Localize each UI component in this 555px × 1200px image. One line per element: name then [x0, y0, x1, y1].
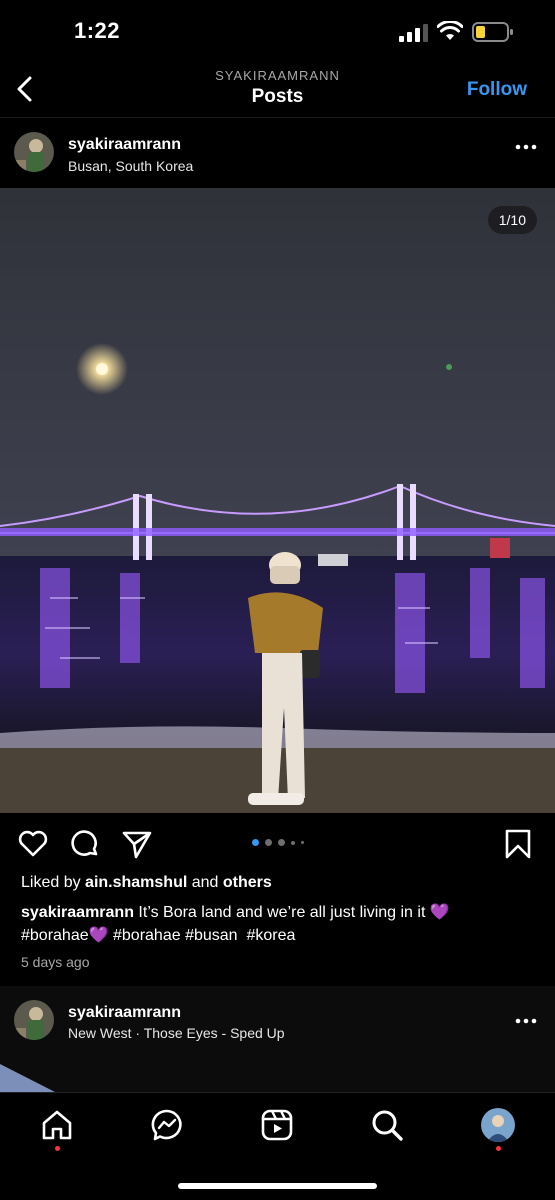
carousel-dot — [300, 841, 304, 844]
home-indicator — [178, 1183, 377, 1189]
post-photo[interactable]: 1/10 — [0, 188, 555, 813]
bookmark-icon[interactable] — [502, 828, 534, 860]
profile-avatar[interactable] — [481, 1108, 515, 1142]
liked-others-link[interactable]: others — [223, 874, 272, 891]
post-actions — [0, 822, 555, 868]
post-location[interactable]: Busan, South Korea — [68, 158, 193, 174]
purple-heart-icon: 💜 — [88, 927, 109, 944]
reels-icon[interactable] — [260, 1108, 294, 1142]
caption-hashtags[interactable]: #borahae #busan #korea — [113, 927, 295, 944]
nav-header: SYAKIRAAMRANN Posts Follow — [0, 62, 555, 118]
next-post-audio[interactable]: New West · Those Eyes - Sped Up — [68, 1025, 285, 1041]
next-post-username[interactable]: syakiraamrann — [68, 1004, 181, 1022]
caption-text: It’s Bora land and we’re all just living… — [138, 904, 426, 921]
carousel-dots — [0, 839, 555, 846]
post-image — [0, 188, 555, 813]
avatar[interactable] — [14, 132, 54, 172]
next-post-header: syakiraamrann New West · Those Eyes - Sp… — [0, 986, 555, 1092]
status-bar: 1:22 — [0, 0, 555, 62]
search-icon[interactable] — [370, 1108, 404, 1142]
home-icon[interactable] — [40, 1108, 74, 1142]
messenger-icon[interactable] — [150, 1108, 184, 1142]
more-icon[interactable] — [515, 144, 537, 150]
home-notification-dot — [55, 1146, 60, 1151]
status-time: 1:22 — [74, 18, 121, 43]
battery-icon — [472, 22, 513, 42]
liked-prefix: Liked by — [21, 874, 81, 891]
signal-icon — [399, 24, 428, 42]
liked-user-link[interactable]: ain.shamshul — [85, 874, 187, 891]
purple-heart-icon: 💜 — [429, 904, 450, 921]
carousel-dot — [264, 839, 272, 846]
post-caption: syakiraamrann It’s Bora land and we’re a… — [21, 901, 541, 947]
liked-and: and — [191, 874, 219, 891]
caption-username[interactable]: syakiraamrann — [21, 904, 134, 921]
next-post-image-preview — [0, 1064, 55, 1092]
media-counter: 1/10 — [487, 206, 537, 234]
liked-by-text: Liked by ain.shamshul and others — [21, 874, 272, 892]
carousel-dot — [290, 840, 295, 845]
more-icon[interactable] — [515, 1018, 537, 1024]
carousel-dot-active — [251, 839, 259, 846]
post-timestamp: 5 days ago — [21, 954, 90, 970]
caption-hashtag[interactable]: #borahae — [21, 927, 89, 944]
follow-button[interactable]: Follow — [467, 79, 527, 101]
profile-notification-dot — [496, 1146, 501, 1151]
post-username[interactable]: syakiraamrann — [68, 136, 181, 154]
post-header: syakiraamrann Busan, South Korea — [0, 120, 555, 188]
wifi-icon — [437, 21, 463, 40]
avatar[interactable] — [14, 1000, 54, 1040]
carousel-dot — [277, 839, 285, 846]
